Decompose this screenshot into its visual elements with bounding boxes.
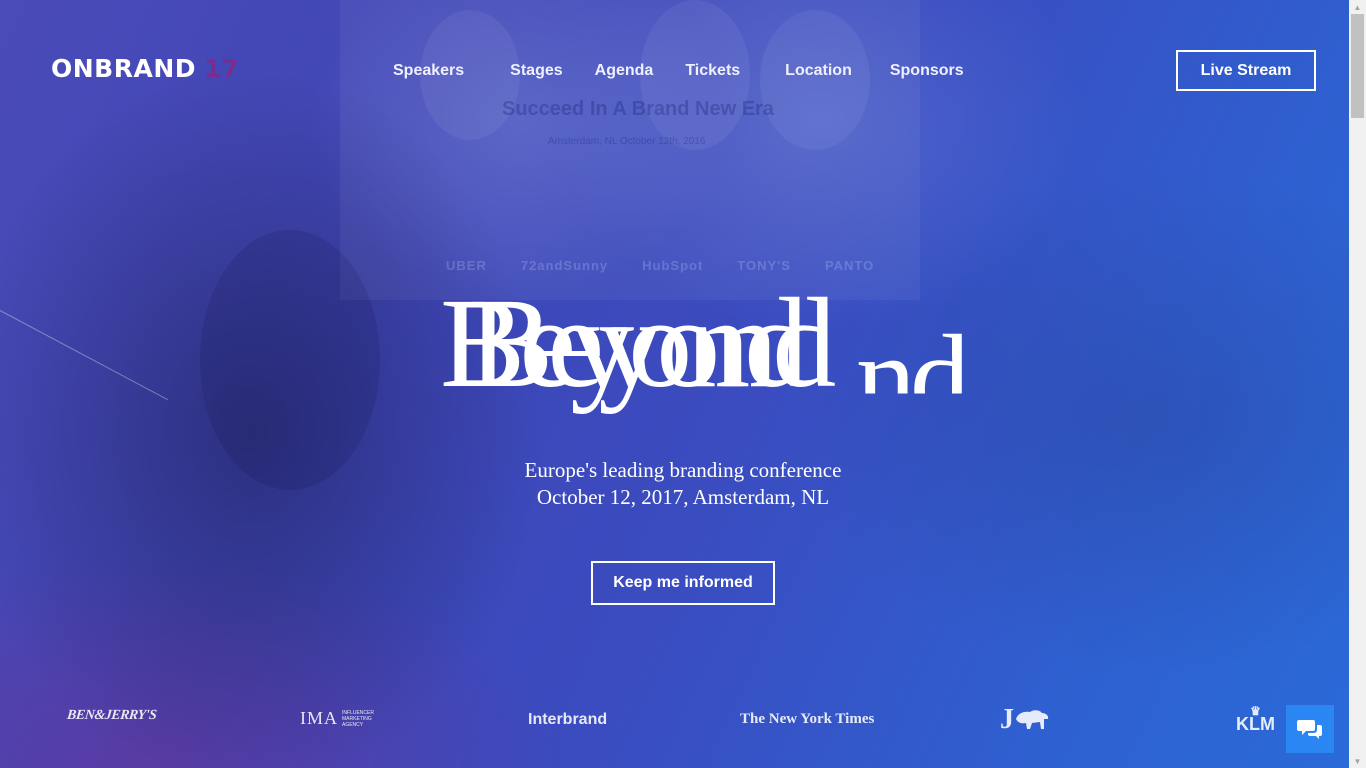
background-screen-sub: Amsterdam, NL October 12th, 2016 [548, 136, 706, 147]
nav-agenda[interactable]: Agenda [595, 62, 654, 80]
nav-tickets[interactable]: Tickets [685, 62, 740, 80]
chat-widget-button[interactable] [1286, 705, 1334, 753]
chat-bubbles-icon [1297, 720, 1322, 739]
background-light-beam [0, 310, 168, 401]
hero-background: Succeed In A Brand New Era Amsterdam, NL… [0, 0, 1349, 768]
background-person [200, 230, 380, 490]
brand-logo-ima-mark: IMA [300, 708, 338, 728]
scroll-down-icon[interactable]: ▼ [1349, 754, 1366, 768]
brand-logo-bear-letter: J [1000, 704, 1014, 735]
background-face [760, 10, 870, 150]
hero-title-word: Beyond [468, 272, 836, 414]
logo-year: 17 [204, 54, 239, 83]
brand-logo-interbrand: Interbrand [528, 711, 608, 728]
background-screen-heading: Succeed In A Brand New Era [502, 98, 774, 120]
site-logo[interactable]: ONBRAND 17 [51, 54, 239, 83]
nav-location[interactable]: Location [785, 62, 852, 80]
logo-wordmark: ONBRAND [51, 54, 197, 83]
hero-title: Beyond Beyond nd [436, 270, 1136, 440]
nav-speakers[interactable]: Speakers [393, 62, 464, 80]
keep-me-informed-button[interactable]: Keep me informed [591, 561, 775, 605]
live-stream-button[interactable]: Live Stream [1176, 50, 1316, 91]
nav-stages[interactable]: Stages [510, 62, 562, 80]
main-nav: Speakers Stages Agenda Tickets Location … [393, 62, 964, 80]
hero-date-location: October 12, 2017, Amsterdam, NL [536, 485, 830, 509]
brand-logo-ima-sub: INFLUENCER MARKETING AGENCY [342, 709, 374, 728]
brand-logo-klm-text: KLM [1236, 714, 1275, 734]
hero-title-word: nd [856, 310, 964, 443]
scroll-up-icon[interactable]: ▲ [1349, 0, 1366, 14]
nav-sponsors[interactable]: Sponsors [890, 62, 964, 80]
brand-logo-nyt: The New York Times [740, 711, 875, 727]
hero-tagline: Europe's leading branding conference [524, 458, 842, 482]
bear-icon [1016, 710, 1049, 729]
vertical-scrollbar[interactable]: ▲ ▼ [1349, 0, 1366, 768]
brand-logo-ben-jerrys: BEN&JERRY'S [66, 708, 158, 723]
brand-logo-klm: ♛ KLM [1236, 705, 1275, 734]
scrollbar-thumb[interactable] [1351, 14, 1364, 118]
brand-logo-bear: J [1000, 704, 1050, 736]
brand-logo-ima: IMA INFLUENCER MARKETING AGENCY [300, 708, 376, 729]
